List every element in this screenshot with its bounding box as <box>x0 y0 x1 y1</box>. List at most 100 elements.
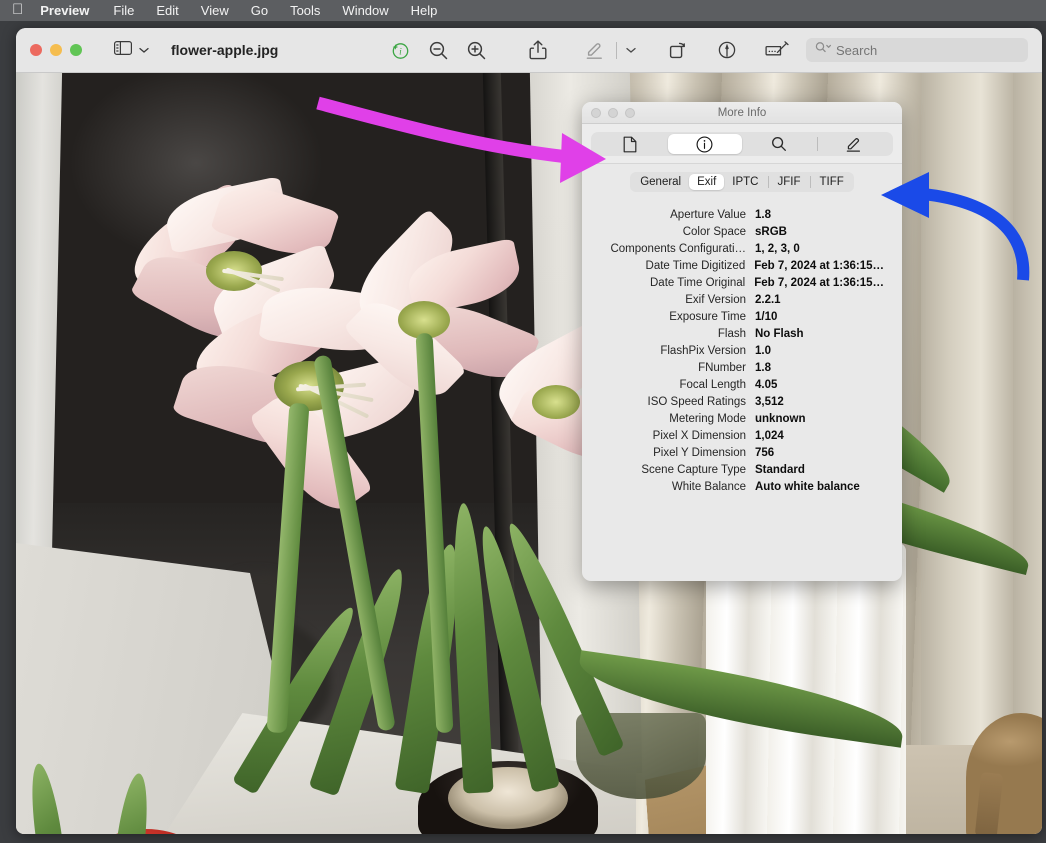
exif-row: FlashPix Version 1.0 <box>586 343 884 359</box>
search-input[interactable] <box>836 42 996 58</box>
tab-iptc[interactable]: IPTC <box>724 174 766 190</box>
tab-divider <box>767 176 769 188</box>
exif-value: unknown <box>755 413 806 425</box>
exif-value: Feb 7, 2024 at 1:36:15… <box>754 277 884 289</box>
menu-item-view[interactable]: View <box>201 3 229 18</box>
exif-key: Focal Length <box>679 379 747 391</box>
exif-row: Components Configurati… 1, 2, 3, 0 <box>586 241 884 257</box>
exif-row: Flash No Flash <box>586 326 884 342</box>
exif-value: 1,024 <box>755 430 784 442</box>
exif-value: 756 <box>755 447 775 459</box>
exif-key: Date Time Digitized <box>645 260 746 272</box>
exif-value: 1.8 <box>755 209 771 221</box>
chevron-down-icon <box>139 41 149 59</box>
magnifier-icon <box>772 137 787 151</box>
exif-value: 4.05 <box>755 379 778 391</box>
exif-row: ISO Speed Ratings 3,512 <box>586 394 884 410</box>
exif-key: Flash <box>717 328 746 340</box>
menu-item-tools[interactable]: Tools <box>290 3 320 18</box>
markup-icon[interactable] <box>575 36 613 64</box>
general-segment[interactable] <box>593 134 668 154</box>
exif-row: Pixel Y Dimension 756 <box>586 445 884 461</box>
sidebar-toggle-button[interactable] <box>114 40 149 60</box>
flower-center <box>532 385 580 419</box>
exif-key: Scene Capture Type <box>641 464 746 476</box>
exif-value: 2.2.1 <box>755 294 781 306</box>
more-info-titlebar[interactable]: More Info <box>582 102 902 124</box>
more-info-title: More Info <box>717 106 767 119</box>
info-circle-icon <box>696 136 713 152</box>
share-icon[interactable] <box>519 36 557 64</box>
exif-value: 3,512 <box>755 396 784 408</box>
menu-item-window[interactable]: Window <box>342 3 388 18</box>
search-icon <box>815 41 832 59</box>
markup-segment[interactable] <box>817 134 892 154</box>
exif-key: Pixel Y Dimension <box>653 447 746 459</box>
metadata-tab-row: General Exif IPTC JFIF TIFF <box>630 172 854 192</box>
document-icon <box>623 136 637 152</box>
document-title: flower-apple.jpg <box>171 42 279 58</box>
menu-item-go[interactable]: Go <box>251 3 268 18</box>
inspector-segmented-control <box>591 132 893 156</box>
tab-exif[interactable]: Exif <box>689 174 725 190</box>
preview-window: flower-apple.jpg i Search More Info Gene… <box>16 28 1042 834</box>
exif-value: Auto white balance <box>755 481 860 493</box>
exif-value: sRGB <box>755 226 787 238</box>
exif-key: FlashPix Version <box>660 345 746 357</box>
menu-item-edit[interactable]: Edit <box>156 3 178 18</box>
menu-item-file[interactable]: File <box>113 3 134 18</box>
apple-logo-icon[interactable]:  <box>12 2 23 17</box>
exif-key: White Balance <box>671 481 746 493</box>
menu-item-help[interactable]: Help <box>411 3 438 18</box>
zoom-in-icon[interactable] <box>457 36 495 64</box>
exif-row: Metering Mode unknown <box>586 411 884 427</box>
exif-row: Aperture Value 1.8 <box>586 207 884 223</box>
toolbar-actions: i <box>381 36 1042 64</box>
annotate-icon[interactable] <box>708 36 746 64</box>
exif-key: Color Space <box>682 226 746 238</box>
tab-general[interactable]: General <box>632 174 689 190</box>
sidebar-icon <box>114 40 132 60</box>
exif-key: ISO Speed Ratings <box>647 396 746 408</box>
exif-key: Exif Version <box>685 294 746 306</box>
tab-tiff[interactable]: TIFF <box>812 174 852 190</box>
exif-row: Pixel X Dimension 1,024 <box>586 428 884 444</box>
exif-row: Color Space sRGB <box>586 224 884 240</box>
exif-row: Scene Capture Type Standard <box>586 462 884 478</box>
info-segment[interactable] <box>667 134 742 154</box>
rotate-icon[interactable] <box>658 36 696 64</box>
search-field[interactable] <box>806 38 1028 62</box>
close-button[interactable] <box>30 44 42 56</box>
markup-chevron-down-icon[interactable] <box>620 36 642 64</box>
add-info-icon[interactable]: i <box>381 36 419 64</box>
exif-row: Exif Version 2.2.1 <box>586 292 884 308</box>
exif-row: White Balance Auto white balance <box>586 479 884 495</box>
exif-row: Date Time Digitized Feb 7, 2024 at 1:36:1… <box>586 258 884 274</box>
exif-row: Date Time Original Feb 7, 2024 at 1:36:15… <box>586 275 884 291</box>
exif-value: 1.0 <box>755 345 771 357</box>
signature-icon[interactable] <box>758 36 796 64</box>
minimize-button[interactable] <box>50 44 62 56</box>
inspector-segment-wrap <box>582 124 902 164</box>
svg-text:i: i <box>399 48 402 58</box>
more-info-panel[interactable]: More Info General Exif IPTC JFIF TIFF Ap… <box>582 102 902 581</box>
exif-row: FNumber 1.8 <box>586 360 884 376</box>
toolbar-divider <box>616 41 617 59</box>
exif-value: 1/10 <box>755 311 778 323</box>
window-toolbar: flower-apple.jpg i <box>16 28 1042 73</box>
menu-bar:  Preview File Edit View Go Tools Window… <box>0 0 1046 21</box>
exif-key: Metering Mode <box>669 413 746 425</box>
exif-value: Standard <box>755 464 805 476</box>
exif-key: FNumber <box>698 362 746 374</box>
zoom-out-icon[interactable] <box>419 36 457 64</box>
pen-icon <box>847 137 861 152</box>
tab-jfif[interactable]: JFIF <box>770 174 809 190</box>
exif-value: 1.8 <box>755 362 771 374</box>
metadata-tabs: General Exif IPTC JFIF TIFF <box>582 164 902 199</box>
inspector-search-segment[interactable] <box>742 134 818 154</box>
exif-row: Focal Length 4.05 <box>586 377 884 393</box>
exif-list: Aperture Value 1.8 Color Space sRGB Componen… <box>582 199 902 495</box>
menu-item-preview[interactable]: Preview <box>40 3 89 18</box>
zoom-button[interactable] <box>70 44 82 56</box>
exif-key: Exposure Time <box>669 311 746 323</box>
